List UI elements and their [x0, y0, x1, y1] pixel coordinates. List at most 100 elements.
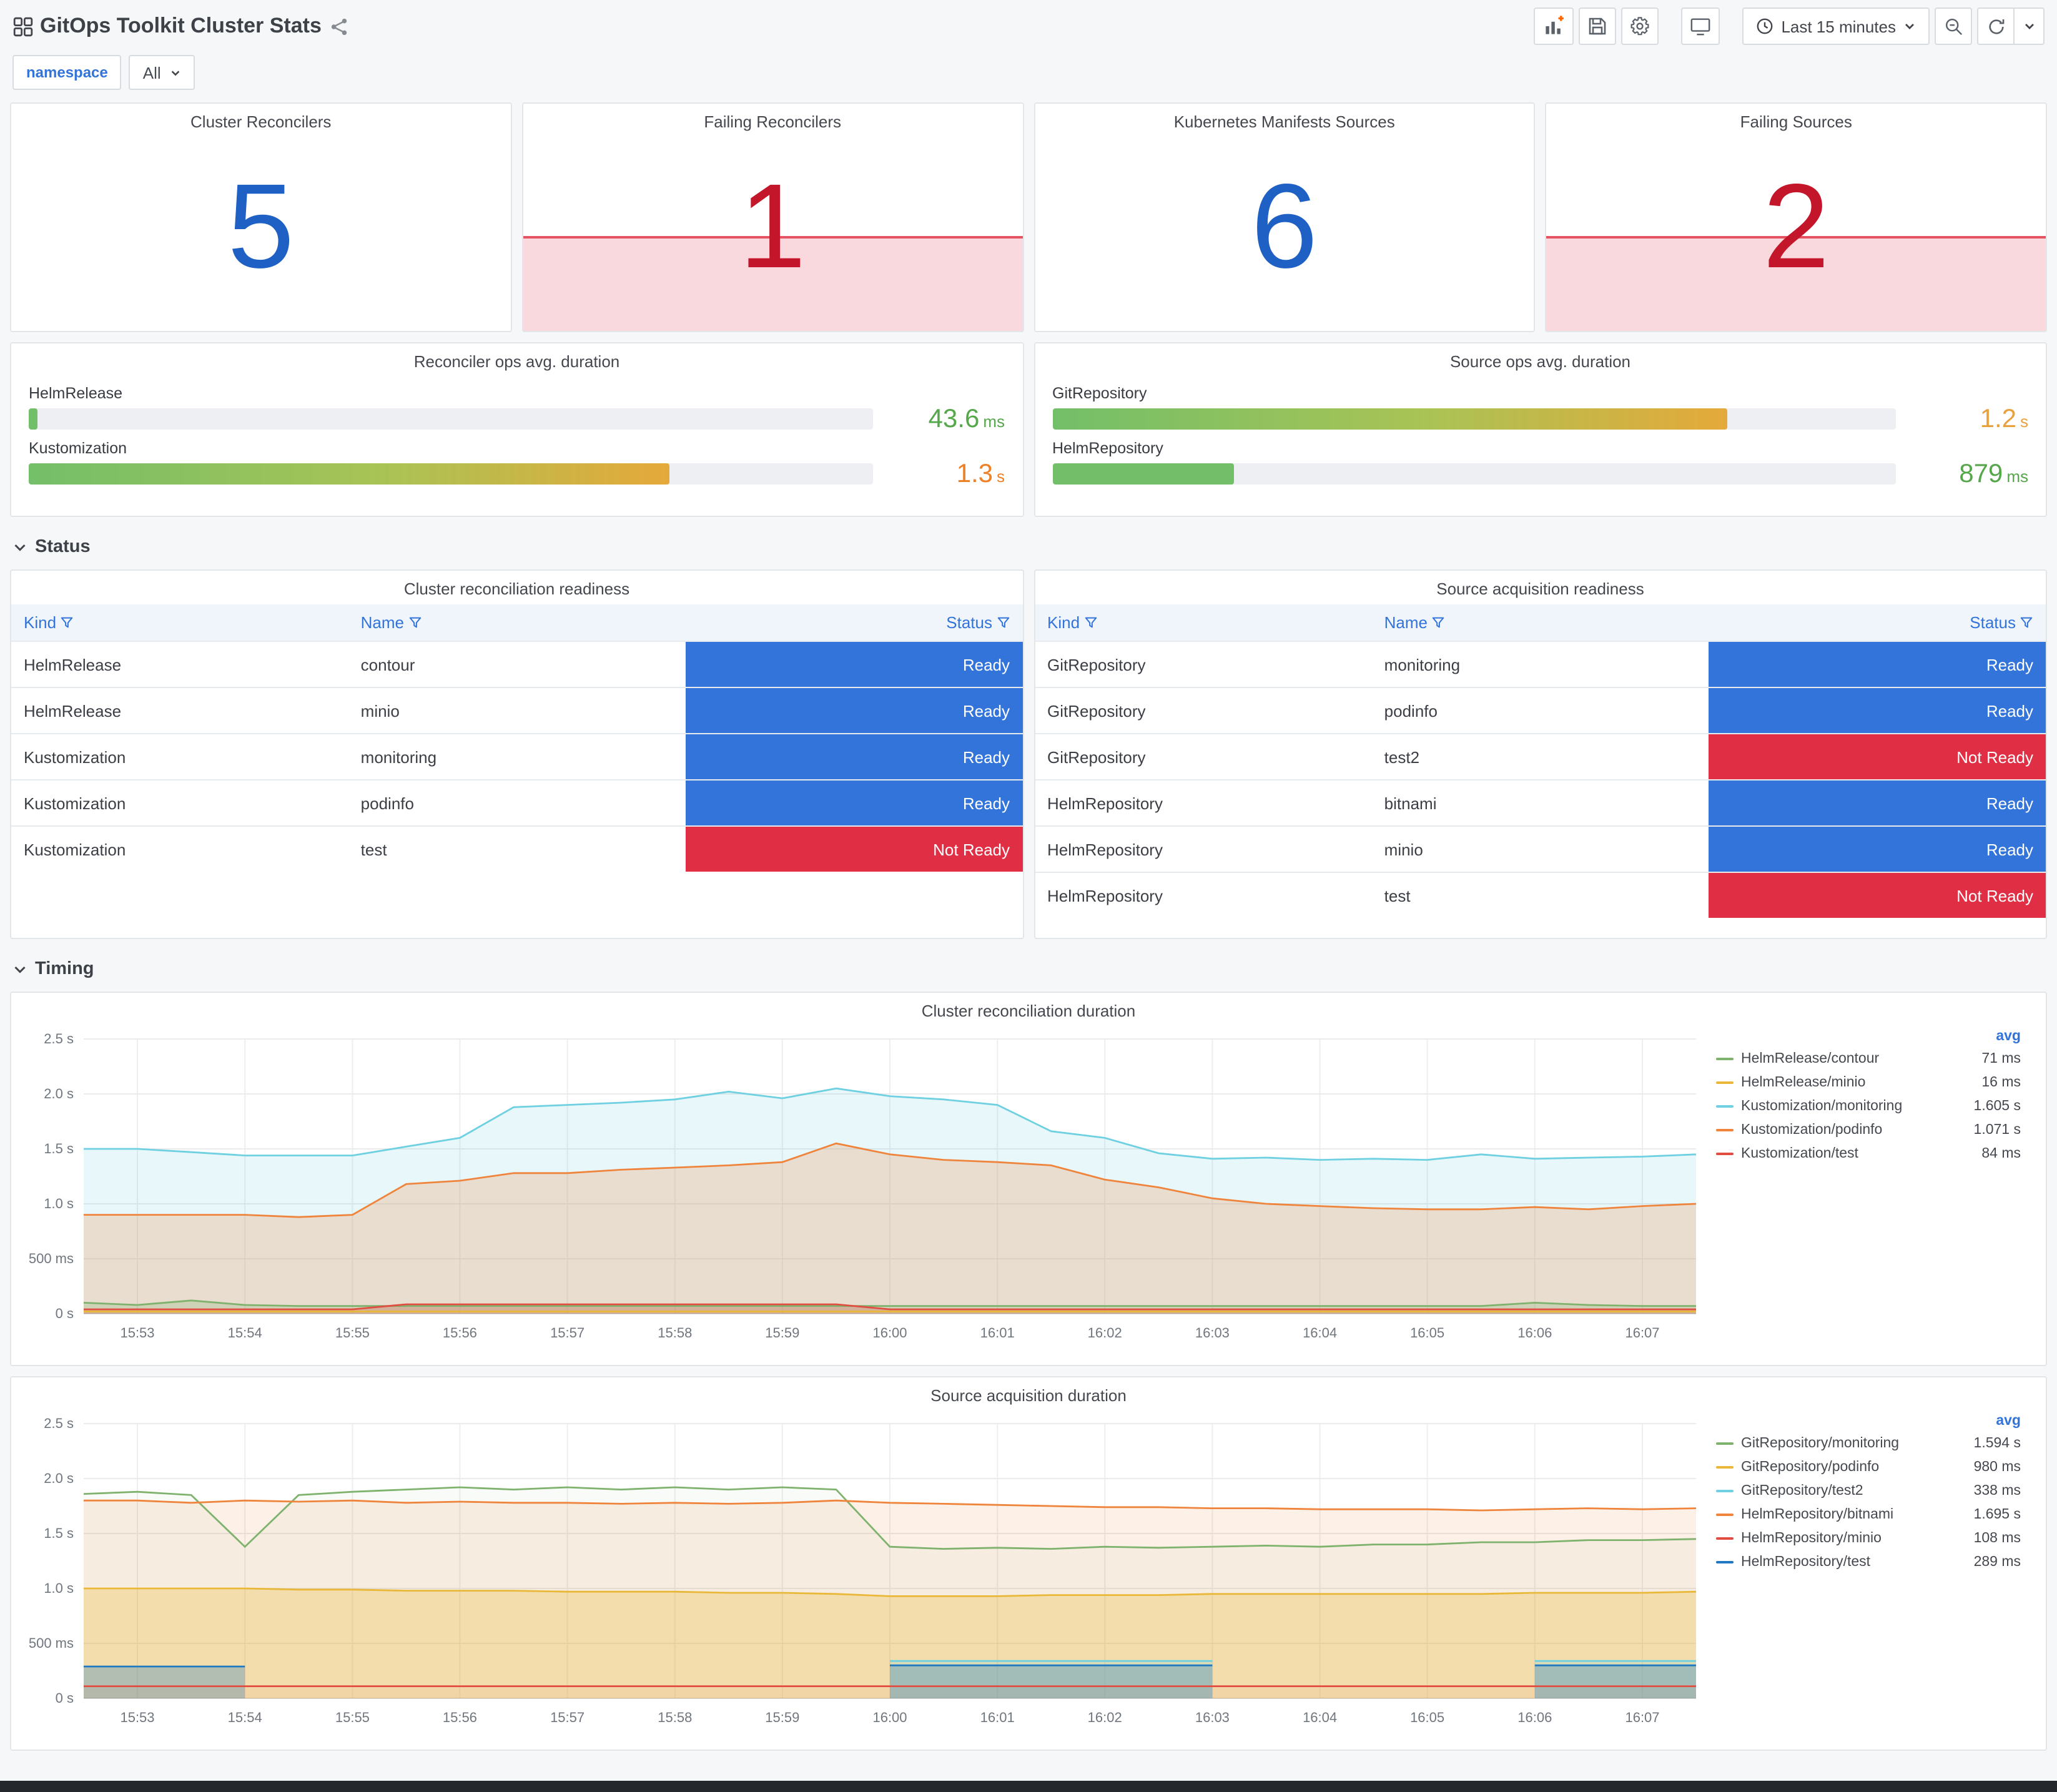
dashboard-grid: Cluster Reconcilers 5 Failing Reconcilers 1…: [0, 102, 2057, 1751]
bar-gauge-kustomization: Kustomization 1.3 s: [29, 440, 1005, 487]
time-range-label: Last 15 minutes: [1781, 17, 1896, 36]
share-icon[interactable]: [330, 17, 349, 36]
gauge-body: GitRepository 1.2 s HelmRepository 879 ms: [1035, 375, 2046, 487]
svg-text:15:55: 15:55: [335, 1325, 370, 1341]
gauge-track: [1052, 463, 1896, 485]
table-row[interactable]: HelmRelease minio Ready: [11, 687, 1022, 734]
refresh-interval-button[interactable]: [2015, 7, 2045, 45]
timeseries-plot[interactable]: 15:53 15:54 15:55 15:56 15:57 15:58 15:59 16:00…: [16, 1024, 1709, 1346]
stat-row: Cluster Reconcilers 5 Failing Reconcilers 1…: [10, 102, 2047, 332]
section-timing[interactable]: Timing: [10, 949, 2047, 992]
variable-value-dropdown[interactable]: All: [129, 55, 195, 90]
svg-text:16:06: 16:06: [1517, 1710, 1552, 1725]
legend-item-kustomization-podinfo[interactable]: Kustomization/podinfo 1.071 s: [1716, 1118, 2021, 1141]
svg-text:15:56: 15:56: [443, 1325, 477, 1341]
cell-name: test2: [1371, 733, 1709, 780]
column-header-kind[interactable]: Kind: [11, 604, 348, 641]
apps-icon[interactable]: [12, 16, 34, 37]
series-avg-value: 289 ms: [1973, 1554, 2021, 1569]
legend-item-kustomization-test[interactable]: Kustomization/test 84 ms: [1716, 1141, 2021, 1165]
column-header-status[interactable]: Status: [1709, 604, 2046, 641]
cell-name: podinfo: [348, 779, 686, 826]
panel-title: Source ops avg. duration: [1449, 352, 1631, 371]
svg-text:2.0 s: 2.0 s: [44, 1086, 74, 1101]
filter-icon: [1084, 617, 1097, 628]
column-header-status[interactable]: Status: [685, 604, 1022, 641]
svg-text:16:04: 16:04: [1303, 1710, 1337, 1725]
table-row[interactable]: Kustomization monitoring Ready: [11, 733, 1022, 780]
legend-avg-header[interactable]: avg: [1716, 1414, 2021, 1429]
cell-name: test: [348, 825, 686, 872]
header: GitOps Toolkit Cluster Stats Last 15 min…: [0, 0, 2057, 52]
svg-text:15:59: 15:59: [765, 1710, 799, 1725]
cell-status: Ready: [685, 641, 1022, 687]
series-color-dash: [1716, 1513, 1734, 1515]
table-row[interactable]: Kustomization podinfo Ready: [11, 779, 1022, 826]
refresh-button[interactable]: [1977, 7, 2015, 45]
legend-item-helmrelease-minio[interactable]: HelmRelease/minio 16 ms: [1716, 1070, 2021, 1094]
legend-item-gitrepository-monitoring[interactable]: GitRepository/monitoring 1.594 s: [1716, 1431, 2021, 1455]
variables-row: namespace All: [0, 52, 2057, 102]
time-range-picker[interactable]: Last 15 minutes: [1742, 7, 1930, 45]
timeseries-chart[interactable]: 15:53 15:54 15:55 15:56 15:57 15:58 15:59 16:00…: [16, 1024, 1709, 1352]
gauge-value: 879 ms: [1959, 460, 2028, 488]
legend-item-helmrepository-bitnami[interactable]: HelmRepository/bitnami 1.695 s: [1716, 1502, 2021, 1526]
table-row[interactable]: GitRepository podinfo Ready: [1035, 687, 2046, 734]
table-row[interactable]: HelmRepository bitnami Ready: [1035, 779, 2046, 826]
legend-item-helmrepository-test[interactable]: HelmRepository/test 289 ms: [1716, 1550, 2021, 1573]
column-header-name[interactable]: Name: [1371, 604, 1709, 641]
series-name: Kustomization/test: [1741, 1146, 1858, 1161]
legend-item-helmrelease-contour[interactable]: HelmRelease/contour 71 ms: [1716, 1046, 2021, 1070]
series-avg-value: 71 ms: [1981, 1051, 2021, 1066]
table-row[interactable]: HelmRepository minio Ready: [1035, 825, 2046, 872]
readiness-table: Kind Name Status HelmRelease contour Ready…: [11, 604, 1022, 872]
timeseries-plot[interactable]: 15:53 15:54 15:55 15:56 15:57 15:58 15:59 16:00…: [16, 1409, 1709, 1731]
section-status[interactable]: Status: [10, 527, 2047, 569]
series-color-dash: [1716, 1465, 1734, 1468]
table-row[interactable]: GitRepository monitoring Ready: [1035, 641, 2046, 687]
legend-avg-header[interactable]: avg: [1716, 1029, 2021, 1044]
column-header-name[interactable]: Name: [348, 604, 686, 641]
add-panel-button[interactable]: [1534, 7, 1574, 45]
table-row[interactable]: Kustomization test Not Ready: [11, 825, 1022, 872]
svg-text:16:03: 16:03: [1195, 1710, 1230, 1725]
legend-item-kustomization-monitoring[interactable]: Kustomization/monitoring 1.605 s: [1716, 1094, 2021, 1118]
table-row: Cluster reconciliation readiness Kind Nam…: [10, 569, 2047, 939]
zoom-out-button[interactable]: [1935, 7, 1972, 45]
cell-kind: HelmRelease: [11, 687, 348, 734]
panel-cluster-reconciliation-readiness: Cluster reconciliation readiness Kind Nam…: [10, 569, 1024, 939]
svg-text:500 ms: 500 ms: [29, 1251, 74, 1266]
legend-item-helmrepository-minio[interactable]: HelmRepository/minio 108 ms: [1716, 1526, 2021, 1550]
stat-panel-failing-sources: Failing Sources 2: [1545, 102, 2047, 332]
legend-item-gitrepository-podinfo[interactable]: GitRepository/podinfo 980 ms: [1716, 1455, 2021, 1479]
settings-button[interactable]: [1621, 7, 1659, 45]
cell-kind: HelmRepository: [1035, 872, 1372, 918]
timeseries-chart[interactable]: 15:53 15:54 15:55 15:56 15:57 15:58 15:59 16:00…: [16, 1409, 1709, 1737]
table-row[interactable]: GitRepository test2 Not Ready: [1035, 733, 2046, 780]
cell-name: contour: [348, 641, 686, 687]
variable-label[interactable]: namespace: [12, 55, 122, 90]
column-header-kind[interactable]: Kind: [1035, 604, 1372, 641]
cycle-view-button[interactable]: [1681, 7, 1720, 45]
series-name: HelmRepository/minio: [1741, 1530, 1882, 1545]
gauge-value: 1.2 s: [1980, 405, 2028, 433]
chart-row-1: Cluster reconciliation duration 15:53 15:…: [10, 992, 2047, 1366]
gauge-label: HelmRepository: [1052, 440, 1163, 457]
section-timing-label: Timing: [35, 959, 94, 979]
save-button[interactable]: [1579, 7, 1617, 45]
status-badge: Ready: [1709, 827, 2046, 872]
series-color-dash: [1716, 1537, 1734, 1539]
cell-kind: HelmRepository: [1035, 825, 1372, 872]
chevron-down-icon: [12, 962, 27, 977]
table-row[interactable]: HelmRepository test Not Ready: [1035, 872, 2046, 918]
gauge-fill: [1052, 408, 1727, 430]
table-row[interactable]: HelmRelease contour Ready: [11, 641, 1022, 687]
cell-status: Ready: [685, 687, 1022, 734]
svg-text:1.0 s: 1.0 s: [44, 1580, 74, 1596]
legend-item-gitrepository-test2[interactable]: GitRepository/test2 338 ms: [1716, 1479, 2021, 1502]
svg-text:15:54: 15:54: [228, 1325, 262, 1341]
svg-text:15:53: 15:53: [120, 1710, 154, 1725]
svg-text:15:58: 15:58: [658, 1710, 692, 1725]
cell-status: Ready: [685, 779, 1022, 826]
series-name: GitRepository/podinfo: [1741, 1459, 1880, 1474]
